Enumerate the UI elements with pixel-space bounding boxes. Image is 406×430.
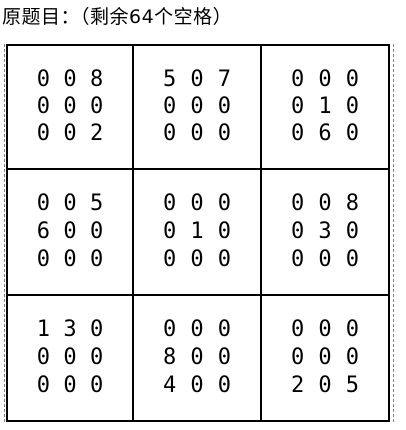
sudoku-cell: 0 (291, 345, 305, 370)
sudoku-cell: 0 (190, 66, 204, 92)
sudoku-cell: 0 (163, 317, 177, 342)
sudoku-box: 000010000 (134, 170, 262, 296)
sudoku-cell: 0 (345, 219, 359, 244)
sudoku-cell: 0 (163, 121, 177, 147)
sudoku-cell: 0 (36, 191, 50, 216)
sudoku-cell: 0 (163, 219, 177, 244)
sudoku-cell: 0 (291, 121, 305, 147)
sudoku-cell: 0 (90, 247, 104, 272)
sudoku-cell: 0 (63, 93, 77, 119)
sudoku-cell: 0 (63, 373, 77, 398)
sudoku-cell: 0 (163, 247, 177, 272)
sudoku-cell: 0 (345, 121, 359, 147)
sudoku-cell: 0 (318, 373, 332, 398)
sudoku-cell: 0 (90, 93, 104, 119)
sudoku-cell: 1 (318, 93, 332, 119)
sudoku-cell: 0 (63, 66, 77, 92)
sudoku-cell: 0 (217, 219, 231, 244)
sudoku-cell: 0 (163, 93, 177, 119)
sudoku-cell: 0 (291, 317, 305, 342)
sudoku-cell: 5 (345, 373, 359, 398)
sudoku-cell: 0 (217, 191, 231, 216)
sudoku-cell: 0 (318, 317, 332, 342)
sudoku-cell: 6 (36, 219, 50, 244)
sudoku-cell: 0 (190, 93, 204, 119)
sudoku-cell: 5 (90, 191, 104, 216)
sudoku-cell: 0 (63, 121, 77, 147)
sudoku-box: 008030000 (262, 170, 390, 296)
sudoku-cell: 7 (217, 66, 231, 92)
sudoku-cell: 0 (291, 191, 305, 216)
sudoku-cell: 0 (318, 345, 332, 370)
sudoku-cell: 0 (36, 93, 50, 119)
sudoku-cell: 0 (345, 66, 359, 92)
sudoku-cell: 4 (163, 373, 177, 398)
sudoku-cell: 0 (90, 317, 104, 342)
sudoku-cell: 0 (190, 121, 204, 147)
sudoku-grid: 0080000025070000000000100600056000000000… (6, 44, 390, 422)
sudoku-cell: 0 (190, 373, 204, 398)
sudoku-cell: 0 (190, 247, 204, 272)
sudoku-cell: 2 (291, 373, 305, 398)
sudoku-cell: 2 (90, 121, 104, 147)
sudoku-cell: 5 (163, 66, 177, 92)
sudoku-cell: 0 (217, 121, 231, 147)
sudoku-cell: 0 (190, 191, 204, 216)
sudoku-cell: 8 (345, 191, 359, 216)
puzzle-title: 原题目：（剩余64个空格） (2, 6, 233, 28)
sudoku-cell: 0 (318, 247, 332, 272)
sudoku-cell: 0 (291, 247, 305, 272)
sudoku-box: 000800400 (134, 296, 262, 422)
sudoku-cell: 0 (63, 345, 77, 370)
sudoku-cell: 3 (63, 317, 77, 342)
sudoku-cell: 0 (217, 345, 231, 370)
sudoku-cell: 0 (217, 247, 231, 272)
sudoku-cell: 0 (36, 66, 50, 92)
left-guide-line (4, 44, 5, 422)
sudoku-cell: 8 (90, 66, 104, 92)
sudoku-box: 008000002 (6, 44, 134, 170)
sudoku-box: 000010060 (262, 44, 390, 170)
sudoku-box: 000000205 (262, 296, 390, 422)
sudoku-box: 507000000 (134, 44, 262, 170)
sudoku-cell: 6 (318, 121, 332, 147)
sudoku-cell: 0 (190, 317, 204, 342)
sudoku-cell: 0 (345, 317, 359, 342)
sudoku-cell: 0 (345, 345, 359, 370)
sudoku-cell: 1 (36, 317, 50, 342)
sudoku-cell: 0 (63, 247, 77, 272)
sudoku-cell: 1 (190, 219, 204, 244)
sudoku-cell: 0 (291, 66, 305, 92)
sudoku-cell: 0 (345, 93, 359, 119)
sudoku-cell: 0 (345, 247, 359, 272)
right-guide-line (393, 44, 394, 422)
sudoku-cell: 0 (36, 121, 50, 147)
sudoku-cell: 0 (217, 373, 231, 398)
sudoku-box: 130000000 (6, 296, 134, 422)
sudoku-cell: 0 (318, 66, 332, 92)
sudoku-cell: 0 (90, 373, 104, 398)
sudoku-cell: 0 (63, 219, 77, 244)
sudoku-cell: 0 (36, 373, 50, 398)
sudoku-cell: 0 (36, 345, 50, 370)
sudoku-cell: 0 (163, 191, 177, 216)
sudoku-cell: 0 (318, 191, 332, 216)
sudoku-cell: 0 (291, 93, 305, 119)
sudoku-cell: 0 (217, 317, 231, 342)
sudoku-cell: 0 (36, 247, 50, 272)
sudoku-cell: 0 (63, 191, 77, 216)
sudoku-cell: 0 (291, 219, 305, 244)
sudoku-cell: 3 (318, 219, 332, 244)
sudoku-cell: 8 (163, 345, 177, 370)
sudoku-cell: 0 (190, 345, 204, 370)
sudoku-cell: 0 (90, 219, 104, 244)
sudoku-cell: 0 (90, 345, 104, 370)
sudoku-box: 005600000 (6, 170, 134, 296)
sudoku-cell: 0 (217, 93, 231, 119)
